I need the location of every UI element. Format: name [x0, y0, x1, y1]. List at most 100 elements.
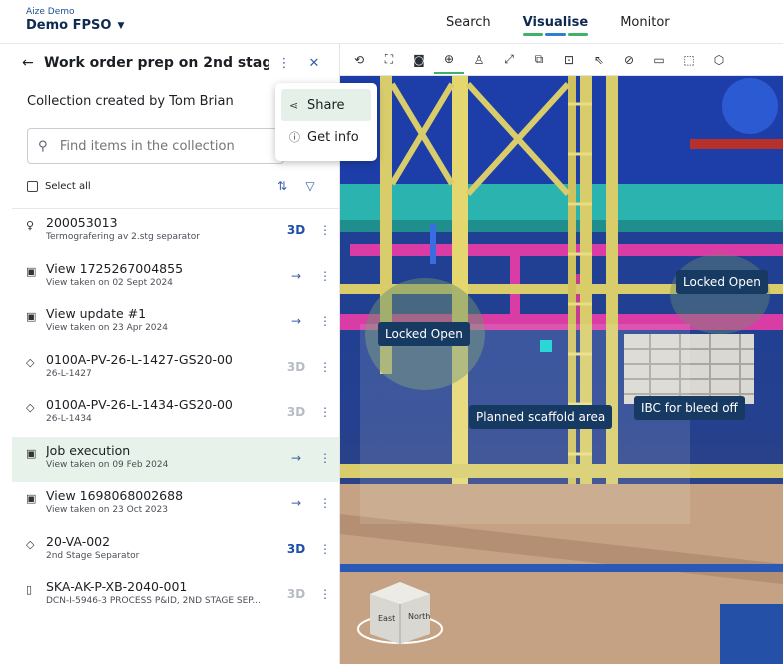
list-item[interactable]: ◇ 20-VA-002 2nd Stage Separator 3D ⋮: [12, 528, 339, 574]
list-item[interactable]: ♀ 200053013 Termografering av 2.stg separa…: [12, 209, 339, 255]
item-subtitle: DCN-I-5946-3 PROCESS P&ID, 2ND STAGE SEP…: [46, 596, 261, 606]
tab-visualise[interactable]: Visualise: [507, 0, 605, 44]
item-more-icon[interactable]: ⋮: [311, 306, 339, 328]
view-in-3d-button[interactable]: 3D: [281, 397, 311, 419]
close-icon[interactable]: ✕: [299, 56, 329, 71]
menu-get-info[interactable]: ⓘ Get info: [281, 121, 371, 153]
collection-title: Work order prep on 2nd stag...: [44, 55, 269, 71]
tab-monitor[interactable]: Monitor: [604, 0, 685, 44]
fit-view-icon[interactable]: ⛶: [374, 46, 404, 74]
panel-header: ← Work order prep on 2nd stag... ⋮ ✕: [12, 44, 339, 82]
item-more-icon[interactable]: ⋮: [311, 397, 339, 419]
filter-icon[interactable]: ▽: [296, 179, 324, 193]
scene-render: [340, 44, 783, 664]
list-item[interactable]: ▣ View 1698068002688 View taken on 23 Oct …: [12, 482, 339, 528]
tag-icon: ◇: [26, 401, 35, 414]
list-item[interactable]: ▣ View update #1 View taken on 23 Apr 2024…: [12, 300, 339, 346]
hide-icon[interactable]: ⊘: [614, 46, 644, 74]
person-icon[interactable]: ♙: [464, 46, 494, 74]
item-more-icon[interactable]: ⋮: [311, 443, 339, 465]
list-item[interactable]: ▯ SKA-AK-P-XB-2040-001 DCN-I-5946-3 PROCES…: [12, 573, 339, 619]
nav-cube[interactable]: East North: [370, 604, 432, 644]
scene-label-locked-open-left[interactable]: Locked Open: [378, 322, 470, 346]
tab-search[interactable]: Search: [430, 0, 507, 44]
open-view-button[interactable]: →: [281, 306, 311, 328]
item-more-icon[interactable]: ⋮: [311, 579, 339, 601]
search-icon: ⚲: [38, 138, 48, 154]
select-row: Select all ⇅ ▽: [12, 164, 339, 208]
target-box-icon[interactable]: ⊡: [554, 46, 584, 74]
item-text: View 1698068002688 View taken on 23 Oct 2…: [46, 488, 281, 516]
item-title: 0100A-PV-26-L-1427-GS20-00: [46, 351, 233, 367]
item-subtitle: 26-L-1434: [46, 414, 92, 424]
project-selector[interactable]: Aize Demo Demo FPSO ▼: [26, 7, 124, 35]
chevron-down-icon: ▼: [117, 21, 125, 31]
item-title: View 1698068002688: [46, 488, 184, 503]
item-text: 20-VA-002 2nd Stage Separator: [46, 534, 281, 562]
active-tab-indicator: [522, 33, 589, 36]
ruler-icon[interactable]: ▭: [644, 46, 674, 74]
item-subtitle: 2nd Stage Separator: [46, 550, 140, 561]
image-icon: ▣: [26, 310, 37, 323]
item-title: 20-VA-002: [46, 533, 111, 549]
scene-label-ibc[interactable]: IBC for bleed off: [634, 396, 745, 420]
pin-icon: ♀: [26, 219, 35, 232]
item-subtitle: Termografering av 2.stg separator: [46, 232, 200, 242]
info-icon: ⓘ: [289, 131, 300, 144]
item-title: 0100A-PV-26-L-1434-GS20-00: [46, 397, 233, 412]
more-options-icon[interactable]: ⋮: [269, 56, 299, 71]
item-subtitle: View taken on 02 Sept 2024: [46, 277, 173, 288]
item-title: View update #1: [46, 306, 147, 321]
view-in-3d-button[interactable]: 3D: [281, 215, 311, 237]
camera-icon[interactable]: ◙: [404, 46, 434, 74]
list-item[interactable]: ▣ View 1725267004855 View taken on 02 Sept…: [12, 255, 339, 301]
select-all-checkbox[interactable]: [27, 180, 38, 192]
open-view-button[interactable]: →: [281, 443, 311, 465]
cube-icon[interactable]: ⬡: [704, 46, 734, 74]
view-in-3d-button[interactable]: 3D: [281, 352, 311, 374]
back-arrow-icon[interactable]: ←: [22, 55, 44, 71]
document-icon: ▯: [26, 583, 33, 596]
item-subtitle: View taken on 23 Apr 2024: [46, 323, 168, 333]
item-subtitle: View taken on 09 Feb 2024: [46, 459, 169, 470]
scene-label-scaffold[interactable]: Planned scaffold area: [469, 405, 613, 429]
list-item[interactable]: ◇ 0100A-PV-26-L-1427-GS20-00 26-L-1427 3D ⋮: [12, 346, 339, 392]
item-more-icon[interactable]: ⋮: [311, 488, 339, 510]
scene-label-locked-open-right[interactable]: Locked Open: [676, 270, 768, 294]
item-more-icon[interactable]: ⋮: [311, 215, 339, 237]
select-all-label: Select all: [45, 180, 91, 192]
tag-icon: ◇: [26, 537, 35, 551]
collection-list: ♀ 200053013 Termografering av 2.stg separa…: [12, 209, 339, 619]
item-subtitle: 26-L-1427: [46, 368, 92, 379]
select-cursor-icon[interactable]: ⇖: [584, 46, 614, 74]
collection-search[interactable]: ⚲: [27, 128, 284, 164]
sort-icon[interactable]: ⇅: [268, 179, 296, 193]
search-input[interactable]: [59, 138, 273, 154]
tab-visualise-label: Visualise: [522, 14, 589, 30]
expand-icon[interactable]: ⤢: [494, 46, 524, 74]
viewer-toolbar: ⟲ ⛶ ◙ ⊕ ♙ ⤢ ⧉ ⊡ ⇖ ⊘ ▭ ⬚ ⬡: [340, 44, 783, 76]
view-in-3d-button[interactable]: 3D: [281, 534, 311, 556]
crosshair-icon[interactable]: ⊕: [434, 46, 464, 74]
project-name: Demo FPSO: [26, 18, 112, 33]
collection-context-menu: ⋖ Share ⓘ Get info: [275, 83, 377, 161]
image-icon: ▣: [26, 492, 37, 505]
share-icon: ⋖: [289, 98, 299, 112]
item-title: View 1725267004855: [46, 260, 184, 276]
list-item[interactable]: ◇ 0100A-PV-26-L-1434-GS20-00 26-L-1434 3D ⋮: [12, 391, 339, 437]
nav-cube-face-east: East: [378, 614, 396, 623]
layers-icon[interactable]: ⧉: [524, 46, 554, 74]
menu-share[interactable]: ⋖ Share: [281, 89, 371, 121]
item-more-icon[interactable]: ⋮: [311, 352, 339, 374]
selection-box-icon[interactable]: ⬚: [674, 46, 704, 74]
undo-icon[interactable]: ⟲: [344, 46, 374, 74]
tag-icon: ◇: [26, 355, 35, 369]
view-in-3d-button[interactable]: 3D: [281, 579, 311, 601]
list-item[interactable]: ▣ Job execution View taken on 09 Feb 2024 →…: [12, 436, 339, 482]
open-view-button[interactable]: →: [281, 488, 311, 510]
main-nav: Search Visualise Monitor: [430, 0, 686, 44]
open-view-button[interactable]: →: [281, 261, 311, 283]
item-more-icon[interactable]: ⋮: [311, 534, 339, 556]
item-more-icon[interactable]: ⋮: [311, 261, 339, 283]
viewer-3d[interactable]: Locked Open Locked Open Planned scaffold…: [340, 44, 783, 664]
